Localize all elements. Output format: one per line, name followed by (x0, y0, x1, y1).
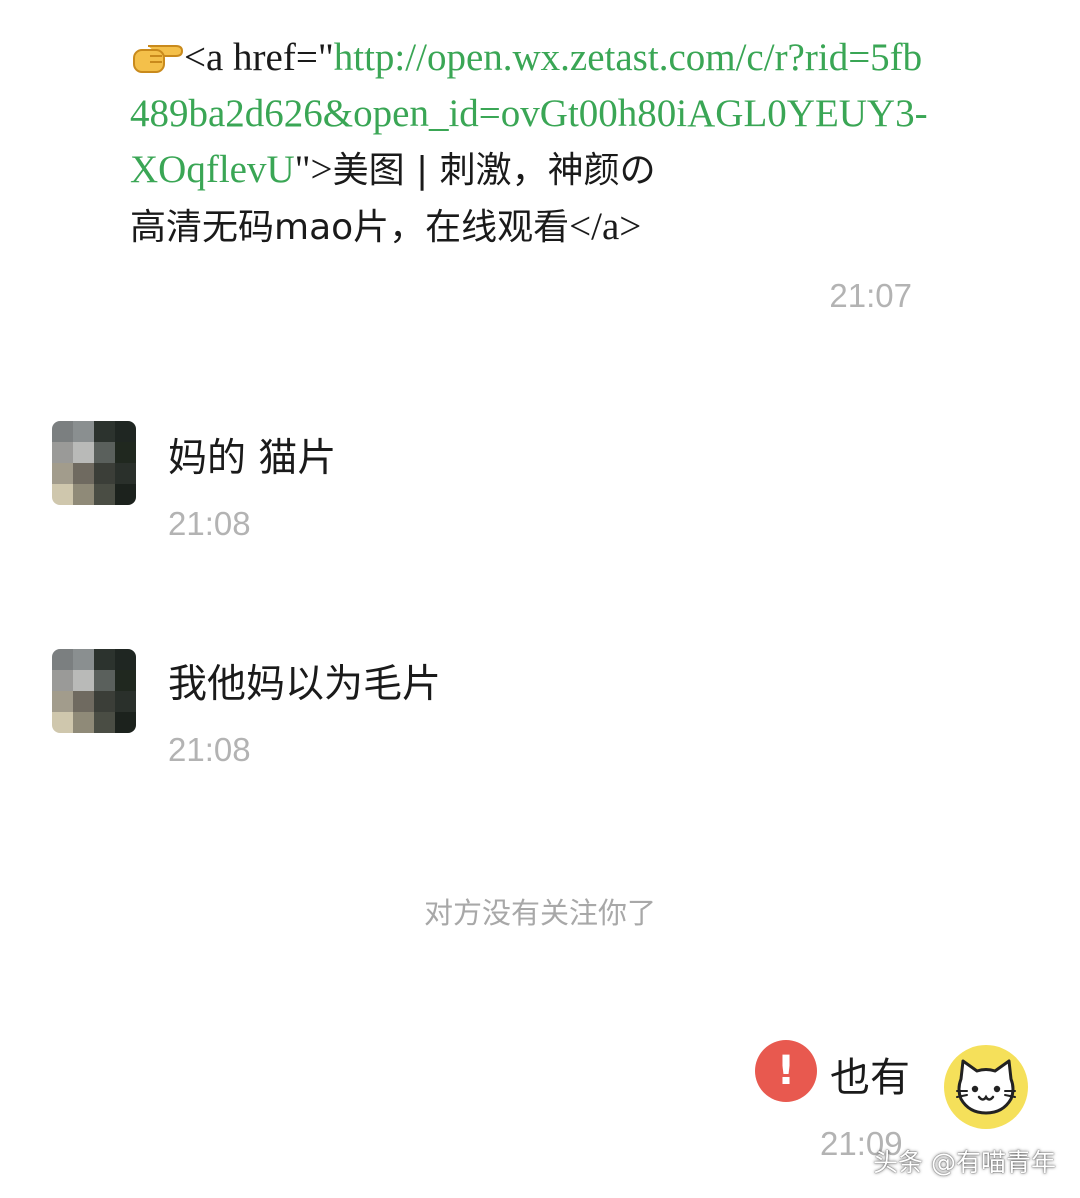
avatar[interactable] (52, 649, 136, 733)
chat-row: 妈的 猫片 21:08 (52, 421, 336, 542)
message-text: 我他妈以为毛片 (168, 662, 442, 707)
link-title-line2: 高清无码mao片，在线观看 (130, 207, 570, 248)
message-text: 妈的 猫片 (168, 436, 337, 481)
tag-close-bracket: "> (294, 148, 333, 191)
my-avatar[interactable] (944, 1045, 1028, 1129)
avatar[interactable] (52, 421, 136, 505)
system-note: 对方没有关注你了 (423, 896, 656, 930)
link-message: <a href="http://open.wx.zetast.com/c/r?r… (130, 30, 930, 256)
pointing-hand-icon (133, 45, 184, 73)
link-message-text: <a href="http://open.wx.zetast.com/c/r?r… (130, 30, 930, 256)
send-failed-icon[interactable]: ! (755, 1040, 817, 1102)
message-time: 21:08 (168, 731, 251, 768)
chat-row: 我他妈以为毛片 21:08 (52, 649, 441, 768)
message-time: 21:08 (168, 505, 251, 542)
tag-end: </a> (569, 205, 642, 248)
my-message-text: 也有 (830, 1055, 910, 1101)
watermark: 头条 @有喵青年 (873, 1148, 1056, 1177)
tag-open: <a href=" (184, 36, 334, 79)
link-title-line1: 美图 | 刺激，神颜の (332, 150, 656, 191)
message-time: 21:07 (829, 277, 912, 314)
cat-face-icon (956, 1059, 1016, 1115)
